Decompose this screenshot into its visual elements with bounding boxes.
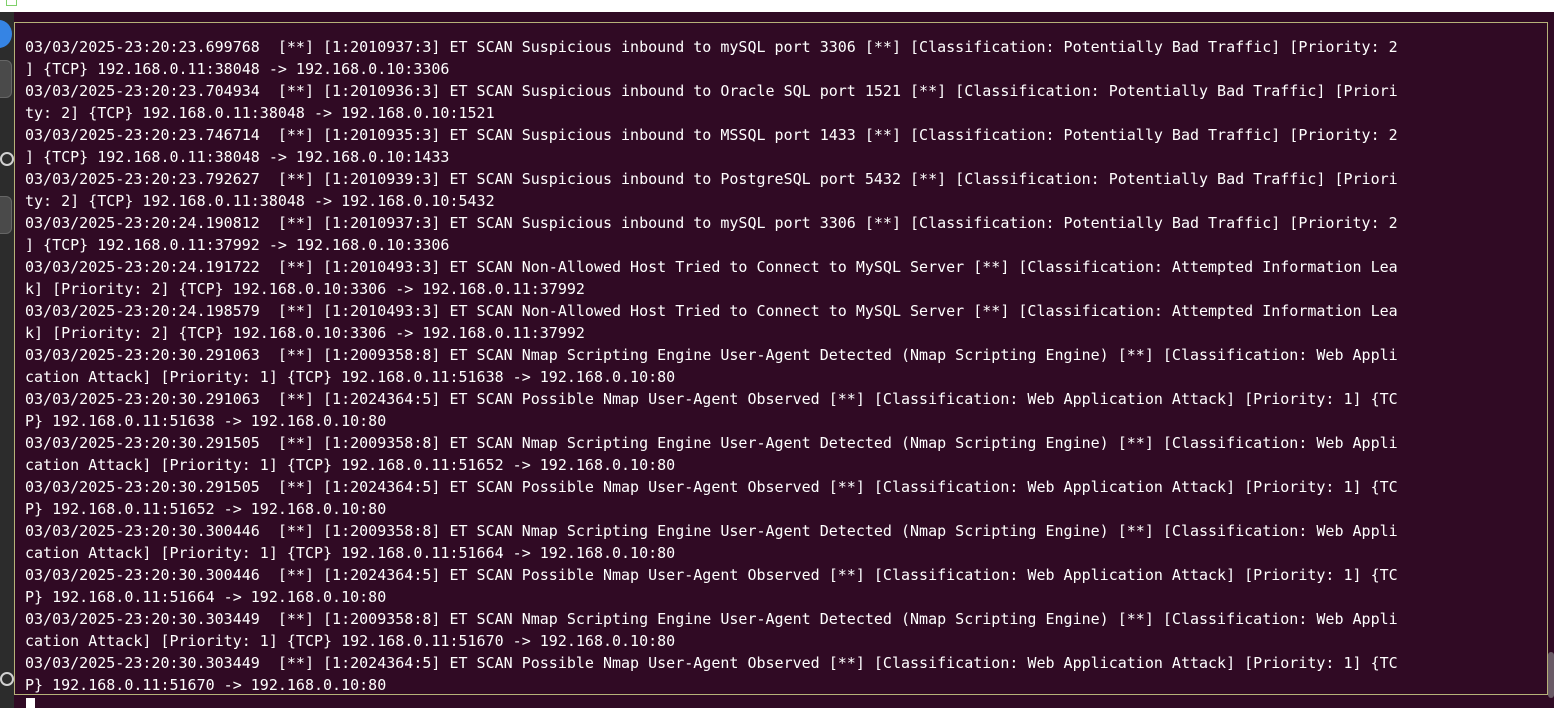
terminal-line: 03/03/2025-23:20:30.303449 [**] [1:20093…: [25, 610, 1398, 628]
terminal-line: ] {TCP} 192.168.0.11:37992 -> 192.168.0.…: [25, 236, 450, 254]
terminal-scrollbar[interactable]: [1548, 652, 1554, 698]
terminal-line: 03/03/2025-23:20:23.699768 [**] [1:20109…: [25, 38, 1398, 56]
terminal-line: 03/03/2025-23:20:24.191722 [**] [1:20104…: [25, 258, 1398, 276]
window-top-strip: [0, 0, 1554, 12]
files-app-icon[interactable]: [0, 196, 12, 234]
terminal-line: ] {TCP} 192.168.0.11:38048 -> 192.168.0.…: [25, 60, 450, 78]
terminal-line: cation Attack] [Priority: 1] {TCP} 192.1…: [25, 632, 676, 650]
terminal-output: 03/03/2025-23:20:23.699768 [**] [1:20109…: [25, 36, 1547, 696]
terminal-line: 03/03/2025-23:20:30.291505 [**] [1:20243…: [25, 478, 1398, 496]
terminal-line: 03/03/2025-23:20:30.291063 [**] [1:20243…: [25, 390, 1398, 408]
terminal-line: cation Attack] [Priority: 1] {TCP} 192.1…: [25, 456, 676, 474]
terminal-line: 03/03/2025-23:20:30.300446 [**] [1:20243…: [25, 566, 1398, 584]
terminal-window[interactable]: 03/03/2025-23:20:23.699768 [**] [1:20109…: [14, 12, 1554, 708]
terminal-line: P} 192.168.0.11:51664 -> 192.168.0.10:80: [25, 588, 387, 606]
terminal-line: k] [Priority: 2] {TCP} 192.168.0.10:3306…: [25, 280, 585, 298]
terminal-line: ] {TCP} 192.168.0.11:38048 -> 192.168.0.…: [25, 148, 450, 166]
terminal-line: cation Attack] [Priority: 1] {TCP} 192.1…: [25, 368, 676, 386]
terminal-line: 03/03/2025-23:20:30.291505 [**] [1:20093…: [25, 434, 1398, 452]
terminal-line: ty: 2] {TCP} 192.168.0.11:38048 -> 192.1…: [25, 104, 495, 122]
resize-corner-icon: [6, 0, 17, 6]
terminal-line: P} 192.168.0.11:51638 -> 192.168.0.10:80: [25, 412, 387, 430]
terminal-line: 03/03/2025-23:20:30.291063 [**] [1:20093…: [25, 346, 1398, 364]
terminal-cursor: [26, 698, 35, 708]
terminal-line: k] [Priority: 2] {TCP} 192.168.0.10:3306…: [25, 324, 585, 342]
terminal-line: 03/03/2025-23:20:24.190812 [**] [1:20109…: [25, 214, 1398, 232]
terminal-line: 03/03/2025-23:20:30.303449 [**] [1:20243…: [25, 654, 1398, 672]
terminal-line: 03/03/2025-23:20:23.792627 [**] [1:20109…: [25, 170, 1398, 188]
terminal-line: 03/03/2025-23:20:23.746714 [**] [1:20109…: [25, 126, 1398, 144]
dock-sidebar: [0, 12, 14, 708]
terminal-line: cation Attack] [Priority: 1] {TCP} 192.1…: [25, 544, 676, 562]
terminal-app-icon[interactable]: [0, 60, 12, 98]
terminal-line: 03/03/2025-23:20:23.704934 [**] [1:20109…: [25, 82, 1398, 100]
terminal-line: 03/03/2025-23:20:30.300446 [**] [1:20093…: [25, 522, 1398, 540]
network-icon[interactable]: [0, 152, 14, 166]
app-launcher-icon[interactable]: [0, 20, 12, 48]
terminal-line: P} 192.168.0.11:51670 -> 192.168.0.10:80: [25, 676, 387, 694]
terminal-line: 03/03/2025-23:20:24.198579 [**] [1:20104…: [25, 302, 1398, 320]
terminal-line: P} 192.168.0.11:51652 -> 192.168.0.10:80: [25, 500, 387, 518]
settings-icon[interactable]: [0, 672, 14, 686]
terminal-line: ty: 2] {TCP} 192.168.0.11:38048 -> 192.1…: [25, 192, 495, 210]
